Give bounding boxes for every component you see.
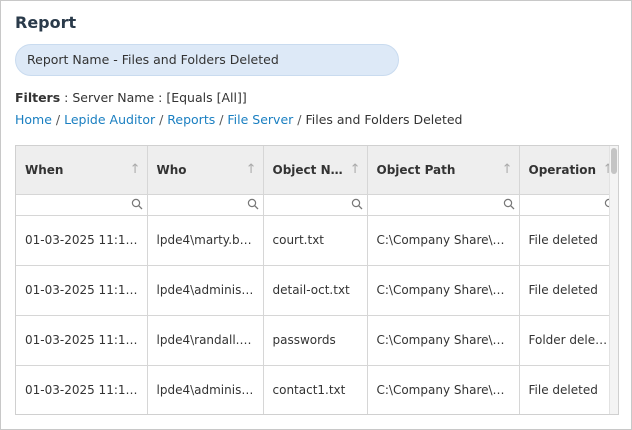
cell-object-name: contact1.txt: [263, 365, 368, 414]
cell-who: lpde4\administr...: [147, 265, 264, 316]
sort-arrow-up-icon[interactable]: ↑: [130, 162, 141, 177]
breadcrumb-file-server-link[interactable]: File Server: [227, 112, 293, 127]
column-header-when[interactable]: When ↑: [16, 146, 148, 195]
vertical-scrollbar[interactable]: [609, 146, 618, 414]
filter-cell-object-name[interactable]: [263, 194, 368, 216]
column-label: Who: [156, 162, 187, 177]
page-title: Report: [15, 13, 77, 32]
column-header-object-name[interactable]: Object Name ↑: [263, 146, 368, 195]
cell-who: lpde4\randall.ra...: [147, 315, 264, 366]
cell-when: 01-03-2025 11:19:53: [16, 315, 148, 366]
breadcrumb-reports-link[interactable]: Reports: [167, 112, 215, 127]
filter-cell-when[interactable]: [16, 194, 148, 216]
cell-when: 01-03-2025 11:19:53: [16, 215, 148, 266]
cell-operation: Folder deleted: [519, 315, 618, 366]
sort-arrow-up-icon[interactable]: ↑: [246, 162, 257, 177]
breadcrumb-home-link[interactable]: Home: [15, 112, 52, 127]
breadcrumb-separator: /: [51, 112, 65, 127]
filter-cell-operation[interactable]: [519, 194, 618, 216]
filter-cell-object-path[interactable]: [367, 194, 520, 216]
breadcrumb-separator: /: [155, 112, 168, 127]
table-row[interactable]: 01-03-2025 11:19:53 lpde4\administr... d…: [16, 265, 618, 316]
sort-arrow-up-icon[interactable]: ↑: [350, 162, 361, 177]
cell-object-name: court.txt: [263, 215, 368, 266]
column-label: Operation: [528, 162, 597, 177]
cell-who: lpde4\administr...: [147, 365, 264, 414]
cell-object-path: C:\Company Share\Tec...: [367, 265, 520, 316]
cell-who: lpde4\marty.by...: [147, 215, 264, 266]
magnifier-icon[interactable]: [351, 198, 363, 210]
report-window: Report Report Name - Files and Folders D…: [0, 0, 632, 430]
table-row[interactable]: 01-03-2025 11:19:53 lpde4\administr... c…: [16, 365, 618, 414]
breadcrumb: Home / Lepide Auditor / Reports / File S…: [15, 112, 462, 127]
magnifier-icon[interactable]: [503, 198, 515, 210]
column-header-who[interactable]: Who ↑: [147, 146, 264, 195]
report-table: When ↑ Who ↑ Object Name ↑ Object Path ↑ Ope…: [16, 146, 618, 414]
filter-cell-who[interactable]: [147, 194, 264, 216]
breadcrumb-separator: /: [293, 112, 306, 127]
magnifier-icon[interactable]: [247, 198, 259, 210]
breadcrumb-separator: /: [215, 112, 228, 127]
column-label: Object Path: [376, 162, 456, 177]
table-row[interactable]: 01-03-2025 11:19:53 lpde4\randall.ra... …: [16, 315, 618, 366]
filters-label: Filters: [15, 90, 61, 105]
cell-operation: File deleted: [519, 265, 618, 316]
cell-when: 01-03-2025 11:19:53: [16, 365, 148, 414]
column-header-object-path[interactable]: Object Path ↑: [367, 146, 520, 195]
column-label: Object Name: [272, 162, 360, 177]
filters-line: Filters : Server Name : [Equals [All]]: [15, 90, 247, 105]
cell-when: 01-03-2025 11:19:53: [16, 265, 148, 316]
magnifier-icon[interactable]: [131, 198, 143, 210]
cell-object-path: C:\Company Share\Tec...: [367, 215, 520, 266]
scrollbar-thumb[interactable]: [611, 148, 617, 174]
column-header-operation[interactable]: Operation↑: [519, 146, 618, 195]
report-name-pill: Report Name - Files and Folders Deleted: [15, 44, 399, 76]
filters-value: : Server Name : [Equals [All]]: [60, 90, 247, 105]
cell-object-path: C:\Company Share\Tec...: [367, 365, 520, 414]
cell-object-name: detail-oct.txt: [263, 265, 368, 316]
report-grid: When ↑ Who ↑ Object Name ↑ Object Path ↑ Ope…: [15, 145, 619, 415]
cell-operation: File deleted: [519, 365, 618, 414]
cell-object-path: C:\Company Share\Tec...: [367, 315, 520, 366]
cell-operation: File deleted: [519, 215, 618, 266]
sort-arrow-up-icon[interactable]: ↑: [502, 162, 513, 177]
cell-object-name: passwords: [263, 315, 368, 366]
column-label: When: [25, 162, 64, 177]
breadcrumb-lepide-auditor-link[interactable]: Lepide Auditor: [64, 112, 155, 127]
table-row[interactable]: 01-03-2025 11:19:53 lpde4\marty.by... co…: [16, 215, 618, 266]
breadcrumb-current: Files and Folders Deleted: [305, 112, 463, 127]
